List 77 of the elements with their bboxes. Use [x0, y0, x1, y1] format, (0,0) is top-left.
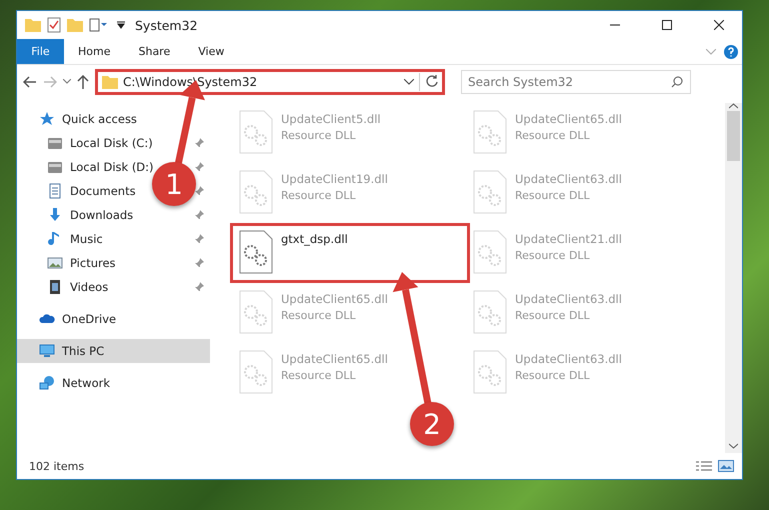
pin-icon[interactable]: [194, 210, 204, 220]
pin-icon[interactable]: [194, 282, 204, 292]
pin-icon[interactable]: [194, 186, 204, 196]
scroll-up-icon[interactable]: [729, 103, 738, 109]
picture-icon: [47, 255, 63, 271]
dll-file-icon: [473, 110, 507, 154]
caret-icon[interactable]: [404, 79, 414, 85]
new-folder-icon: [67, 18, 83, 32]
details-view-icon[interactable]: [696, 460, 712, 472]
sidebar-item[interactable]: Quick access: [62, 112, 137, 126]
file-type: Resource DLL: [281, 369, 357, 382]
ribbon-tab[interactable]: View: [184, 39, 238, 64]
dll-file-icon: [239, 290, 273, 334]
dll-file-icon: [473, 230, 507, 274]
sidebar-item[interactable]: Videos: [70, 280, 108, 294]
sidebar-item[interactable]: This PC: [62, 344, 104, 358]
sidebar-item[interactable]: Downloads: [70, 208, 134, 222]
pin-icon[interactable]: [194, 138, 204, 148]
back-arrow-icon[interactable]: [23, 76, 37, 88]
file-type: Resource DLL: [515, 249, 591, 262]
file-type: Resource DLL: [281, 309, 357, 322]
minimize-icon: [610, 24, 620, 26]
document-icon: [47, 183, 63, 199]
pin-icon[interactable]: [194, 234, 204, 244]
dll-file-icon: [473, 290, 507, 334]
pin-icon[interactable]: [194, 162, 204, 172]
recent-caret-icon[interactable]: [63, 79, 71, 85]
file-type: Resource DLL: [515, 369, 591, 382]
file-type: Resource DLL: [515, 129, 591, 142]
network-icon: [39, 375, 55, 391]
sidebar-item[interactable]: Pictures: [70, 256, 116, 270]
file-type: Resource DLL: [281, 189, 357, 202]
film-icon: [47, 279, 63, 295]
item-count: 102 items: [29, 460, 86, 472]
expand-ribbon-icon[interactable]: [706, 48, 716, 54]
drive-icon: [47, 135, 63, 151]
down-arrow-icon: [47, 207, 63, 223]
folder-icon: [25, 18, 41, 32]
ribbon-tab[interactable]: Share: [124, 39, 184, 64]
window-title: System32: [135, 18, 199, 32]
folder-icon: [102, 75, 118, 89]
scroll-thumb[interactable]: [727, 111, 740, 161]
pin-icon[interactable]: [194, 258, 204, 268]
sidebar-item[interactable]: Local Disk (C:): [70, 136, 153, 150]
search-icon[interactable]: [671, 76, 683, 88]
dll-file-icon: [239, 230, 273, 274]
dll-file-icon: [239, 350, 273, 394]
maximize-icon: [662, 20, 672, 30]
sidebar-item[interactable]: Documents: [70, 184, 136, 198]
scroll-down-icon[interactable]: [729, 443, 738, 449]
file-type: Resource DLL: [281, 129, 357, 142]
help-icon[interactable]: [724, 44, 738, 58]
sidebar-item[interactable]: Network: [62, 376, 110, 390]
up-arrow-icon[interactable]: [77, 75, 89, 89]
scrollbar[interactable]: [725, 103, 742, 453]
ribbon-tab[interactable]: File: [17, 39, 64, 64]
refresh-icon[interactable]: [425, 75, 439, 89]
dll-file-icon: [239, 170, 273, 214]
monitor-icon: [39, 343, 55, 359]
drive-icon: [47, 159, 63, 175]
sidebar-item[interactable]: OneDrive: [62, 312, 116, 326]
sidebar-item[interactable]: Local Disk (D:): [70, 160, 154, 174]
dll-file-icon: [239, 110, 273, 154]
ribbon-tab[interactable]: Home: [64, 39, 124, 64]
file-name[interactable]: gtxt_dsp.dll: [281, 232, 348, 246]
checklist-icon[interactable]: [47, 17, 61, 33]
large-icons-view-icon[interactable]: [718, 460, 734, 472]
sidebar-item[interactable]: Music: [70, 232, 103, 246]
file-type: Resource DLL: [515, 189, 591, 202]
file-type: Resource DLL: [515, 309, 591, 322]
search-field[interactable]: Search System32: [461, 70, 691, 94]
dll-file-icon: [473, 350, 507, 394]
dll-file-icon: [473, 170, 507, 214]
dropdown-caret-icon[interactable]: [117, 21, 125, 29]
address-bar[interactable]: C:\Windows\System32: [95, 69, 445, 95]
close-icon: [714, 20, 724, 30]
star-icon: [39, 111, 55, 127]
